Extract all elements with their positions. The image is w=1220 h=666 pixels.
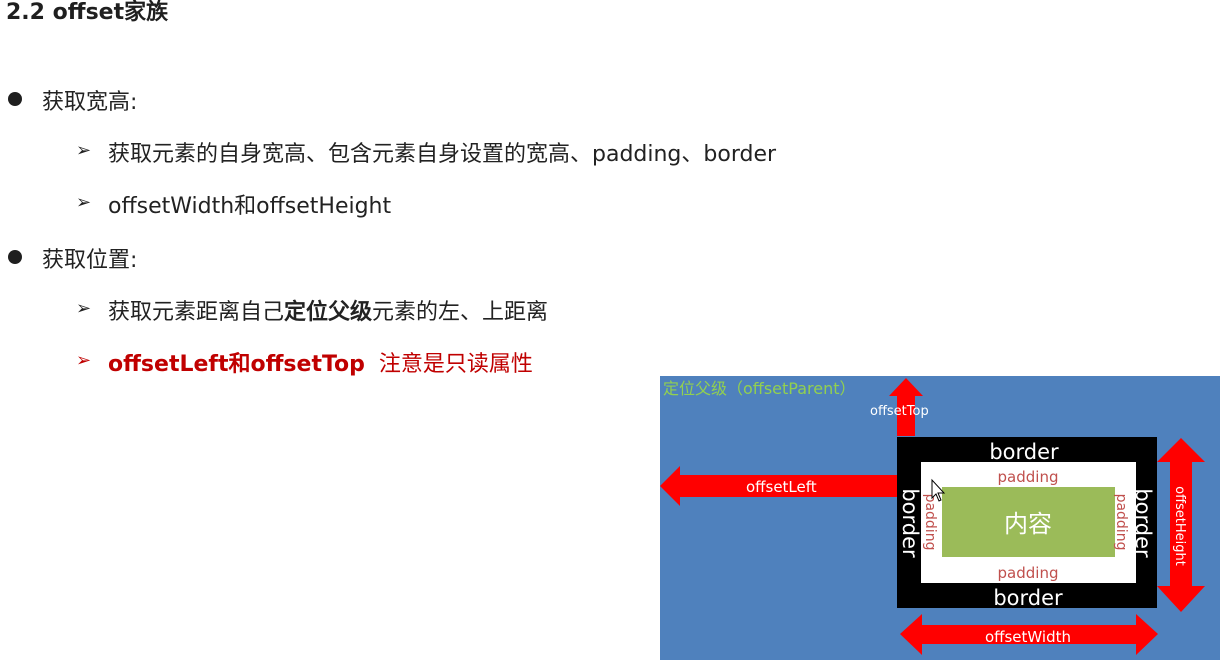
section-label-size: 获取宽高: [42, 90, 138, 115]
subitem-position-bold: 定位父级 [284, 300, 373, 325]
padding-bottom-label: padding [998, 564, 1059, 582]
bullet-icon [8, 92, 22, 106]
page-title: 2.2 offset家族 [6, 0, 169, 25]
subitem-position-props: offsetLeft和offsetTop 注意是只读属性 [108, 346, 533, 378]
padding-left-label: padding [922, 494, 938, 551]
border-bottom-label: border [993, 586, 1063, 610]
section-label-position: 获取位置: [42, 248, 138, 273]
arrow-bullet-icon: ➢ [76, 140, 92, 161]
offset-diagram: 定位父级（offsetParent） offsetTop offsetLeft … [660, 376, 1220, 660]
border-top-label: border [989, 440, 1059, 464]
offset-width-label: offsetWidth [985, 628, 1071, 646]
subitem-position-post: 元素的左、上距离 [372, 300, 549, 325]
subitem-size-desc: 获取元素的自身宽高、包含元素自身设置的宽高、padding、border [108, 142, 777, 167]
subitem-position-pre: 获取元素距离自己 [108, 300, 285, 325]
bullet-icon [8, 250, 22, 264]
subitem-position-desc: 获取元素距离自己定位父级元素的左、上距离 [108, 294, 548, 326]
padding-right-label: padding [1113, 494, 1129, 551]
border-right-label: border [1131, 488, 1155, 558]
arrow-bullet-icon: ➢ [76, 350, 92, 371]
offset-diagram-svg: 定位父级（offsetParent） offsetTop offsetLeft … [660, 376, 1220, 660]
subitem-props-bold: offsetLeft和offsetTop [108, 352, 365, 377]
padding-top-label: padding [998, 468, 1059, 486]
offset-left-label: offsetLeft [746, 478, 817, 496]
arrow-bullet-icon: ➢ [76, 298, 92, 319]
offset-height-label: offsetHeight [1172, 486, 1187, 566]
border-left-label: border [898, 488, 922, 558]
offset-top-label: offsetTop [870, 404, 929, 419]
content-label: 内容 [1004, 510, 1052, 538]
arrow-bullet-icon: ➢ [76, 192, 92, 213]
offset-parent-label: 定位父级（offsetParent） [663, 379, 856, 398]
subitem-size-props: offsetWidth和offsetHeight [108, 194, 392, 219]
subitem-props-note: 注意是只读属性 [378, 352, 533, 377]
